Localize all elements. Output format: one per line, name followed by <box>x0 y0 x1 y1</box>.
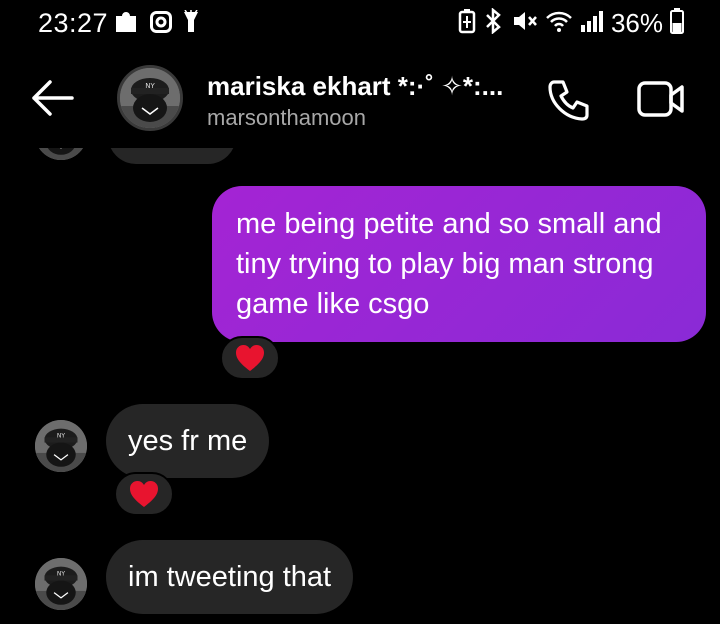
signal-icon <box>580 9 604 38</box>
heart-icon <box>130 481 158 507</box>
instagram-icon <box>150 11 172 38</box>
status-bar: 23:27 36% <box>0 0 720 46</box>
arrow-left-icon <box>32 80 74 116</box>
avatar[interactable] <box>35 558 87 610</box>
status-left-icons <box>114 8 200 41</box>
wifi-icon <box>545 9 573 38</box>
battery-icon <box>670 8 684 39</box>
video-icon <box>637 81 684 117</box>
phone-icon <box>548 80 589 121</box>
message-thread[interactable]: me being petite and so small and tiny tr… <box>0 148 720 624</box>
avatar <box>35 148 87 160</box>
message-bubble-partial[interactable] <box>108 148 236 164</box>
message-bubble-incoming[interactable]: yes fr me <box>106 404 270 478</box>
puzzle-icon <box>114 8 140 41</box>
status-right-icons: 36% <box>458 7 684 39</box>
contact-name[interactable]: mariska ekhart *:·˚ ✧*:... <box>207 71 503 102</box>
reaction-badge[interactable] <box>220 336 280 380</box>
avatar[interactable] <box>117 65 183 131</box>
heart-icon <box>236 345 264 371</box>
mute-icon <box>512 9 538 38</box>
back-button[interactable] <box>28 76 76 120</box>
message-bubble-incoming[interactable]: im tweeting that <box>106 540 354 614</box>
contact-username[interactable]: marsonthamoon <box>207 105 366 131</box>
flashlight-icon <box>182 9 200 39</box>
reaction-badge[interactable] <box>114 472 174 516</box>
avatar[interactable] <box>35 420 87 472</box>
battery-saver-icon <box>458 8 476 39</box>
video-call-button[interactable] <box>636 78 686 120</box>
call-button[interactable] <box>544 76 592 124</box>
bluetooth-icon <box>483 7 505 39</box>
battery-percentage: 36% <box>610 8 663 38</box>
chat-header: mariska ekhart *:·˚ ✧*:... marsonthamoon <box>0 52 720 148</box>
message-bubble-outgoing[interactable]: me being petite and so small and tiny tr… <box>212 186 706 342</box>
status-time: 23:27 <box>38 8 109 38</box>
